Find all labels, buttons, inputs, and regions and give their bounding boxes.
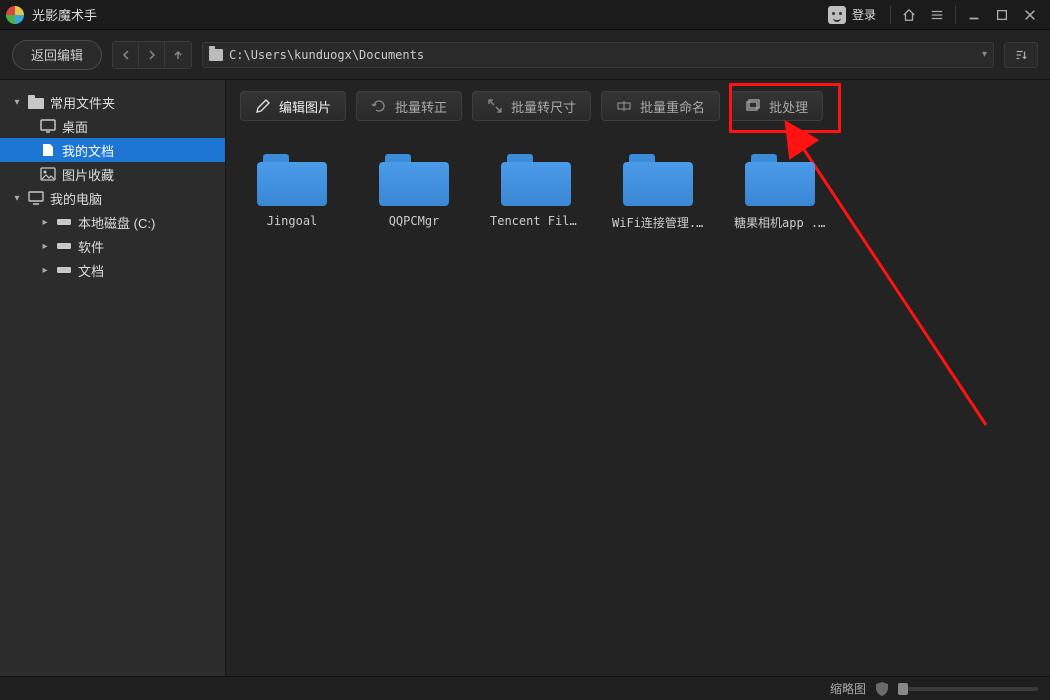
tree-drive-software[interactable]: ▸ 软件 [0, 234, 225, 258]
sidebar: ▾ 常用文件夹 桌面 我的文档 图片收藏 ▾ 我的电脑 ▸ 本地磁盘 (C:) … [0, 80, 226, 676]
action-row: 编辑图片 批量转正 批量转尺寸 批量重命名 批处理 [226, 80, 1050, 124]
action-label: 批量重命名 [640, 97, 705, 116]
nav-back-button[interactable] [113, 42, 139, 68]
folder-label: WiFi连接管理... [612, 214, 704, 231]
rename-icon [616, 98, 632, 114]
login-label: 登录 [852, 6, 876, 23]
folder-icon [379, 154, 449, 206]
folder-label: Tencent Files [490, 214, 582, 228]
tree-frequent-folders[interactable]: ▾ 常用文件夹 [0, 90, 225, 114]
computer-icon [28, 191, 44, 205]
desktop-icon [40, 119, 56, 133]
toolbar: 返回编辑 C:\Users\kunduogx\Documents ▾ [0, 30, 1050, 80]
sort-button[interactable] [1004, 42, 1038, 68]
collapse-icon[interactable]: ▾ [12, 193, 22, 204]
folder-icon [257, 154, 327, 206]
folder-item[interactable]: 糖果相机app ... [734, 154, 826, 231]
tree-picture-favorites[interactable]: 图片收藏 [0, 162, 225, 186]
folder-label: QQPCMgr [368, 214, 460, 228]
tree-my-documents[interactable]: 我的文档 [0, 138, 225, 162]
shield-icon [876, 682, 888, 696]
tree-label: 文档 [78, 261, 104, 280]
folder-icon [209, 49, 223, 61]
tree-desktop[interactable]: 桌面 [0, 114, 225, 138]
nav-forward-button[interactable] [139, 42, 165, 68]
path-bar[interactable]: C:\Users\kunduogx\Documents ▾ [202, 42, 994, 68]
picture-icon [40, 167, 56, 181]
tree-label: 常用文件夹 [50, 93, 115, 112]
star-folder-icon [28, 95, 44, 109]
tree-label: 图片收藏 [62, 165, 114, 184]
close-button[interactable] [1016, 0, 1044, 30]
back-label: 返回编辑 [31, 45, 83, 64]
login-button[interactable]: 登录 [818, 6, 886, 24]
content: 编辑图片 批量转正 批量转尺寸 批量重命名 批处理 [226, 80, 1050, 676]
action-label: 编辑图片 [279, 97, 331, 116]
menu-button[interactable] [923, 0, 951, 30]
slider-thumb[interactable] [898, 683, 908, 695]
drive-icon [56, 239, 72, 253]
tree-my-computer[interactable]: ▾ 我的电脑 [0, 186, 225, 210]
tree-label: 本地磁盘 (C:) [78, 213, 155, 232]
collapse-icon[interactable]: ▾ [12, 97, 22, 108]
tree-label: 桌面 [62, 117, 88, 136]
folder-item[interactable]: Jingoal [246, 154, 338, 231]
path-text: C:\Users\kunduogx\Documents [229, 48, 424, 62]
app-logo-icon [6, 6, 24, 24]
folder-item[interactable]: WiFi连接管理... [612, 154, 704, 231]
app-title: 光影魔术手 [32, 5, 97, 24]
tree-drive-c[interactable]: ▸ 本地磁盘 (C:) [0, 210, 225, 234]
folder-icon [501, 154, 571, 206]
titlebar: 光影魔术手 登录 [0, 0, 1050, 30]
edit-image-button[interactable]: 编辑图片 [240, 91, 346, 121]
avatar-icon [828, 6, 846, 24]
minimize-button[interactable] [960, 0, 988, 30]
tree-label: 我的电脑 [50, 189, 102, 208]
rotate-icon [371, 98, 387, 114]
tree-label: 我的文档 [62, 141, 114, 160]
folder-grid: Jingoal QQPCMgr Tencent Files WiFi连接管理..… [226, 124, 1050, 676]
folder-icon [623, 154, 693, 206]
expand-icon[interactable]: ▸ [40, 265, 50, 276]
thumbnail-size-slider[interactable] [898, 687, 1038, 691]
folder-icon [745, 154, 815, 206]
action-label: 批量转正 [395, 97, 447, 116]
resize-icon [487, 98, 503, 114]
chevron-down-icon[interactable]: ▾ [982, 49, 987, 60]
drive-icon [56, 215, 72, 229]
thumbnail-label: 缩略图 [830, 680, 866, 697]
action-label: 批处理 [769, 97, 808, 116]
expand-icon[interactable]: ▸ [40, 241, 50, 252]
main: ▾ 常用文件夹 桌面 我的文档 图片收藏 ▾ 我的电脑 ▸ 本地磁盘 (C:) … [0, 80, 1050, 676]
drive-icon [56, 263, 72, 277]
statusbar: 缩略图 [0, 676, 1050, 700]
maximize-button[interactable] [988, 0, 1016, 30]
action-label: 批量转尺寸 [511, 97, 576, 116]
expand-icon[interactable]: ▸ [40, 217, 50, 228]
folder-label: 糖果相机app ... [734, 214, 826, 231]
folder-label: Jingoal [246, 214, 338, 228]
nav-group [112, 41, 192, 69]
batch-icon [745, 98, 761, 114]
tree-label: 软件 [78, 237, 104, 256]
home-button[interactable] [895, 0, 923, 30]
document-icon [40, 143, 56, 157]
back-to-edit-button[interactable]: 返回编辑 [12, 40, 102, 70]
tree-drive-documents[interactable]: ▸ 文档 [0, 258, 225, 282]
folder-item[interactable]: Tencent Files [490, 154, 582, 231]
batch-process-button[interactable]: 批处理 [730, 91, 823, 121]
batch-rename-button[interactable]: 批量重命名 [601, 91, 720, 121]
folder-item[interactable]: QQPCMgr [368, 154, 460, 231]
pencil-icon [255, 98, 271, 114]
batch-resize-button[interactable]: 批量转尺寸 [472, 91, 591, 121]
nav-up-button[interactable] [165, 42, 191, 68]
batch-rotate-button[interactable]: 批量转正 [356, 91, 462, 121]
